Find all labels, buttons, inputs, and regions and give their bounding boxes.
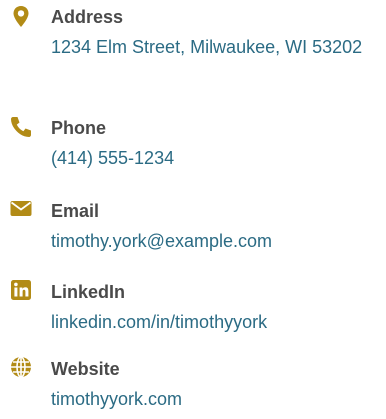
website-value[interactable]: timothyyork.com bbox=[51, 384, 386, 414]
linkedin-icon bbox=[8, 277, 34, 303]
envelope-icon bbox=[8, 195, 34, 221]
linkedin-label: LinkedIn bbox=[51, 282, 126, 302]
email-value[interactable]: timothy.york@example.com bbox=[51, 226, 386, 256]
phone-icon bbox=[8, 114, 34, 140]
map-pin-icon bbox=[8, 4, 34, 30]
linkedin-value[interactable]: linkedin.com/in/timothyyork bbox=[51, 307, 386, 337]
address-value: 1234 Elm Street, Milwaukee, WI 53202 bbox=[51, 37, 363, 57]
phone-value[interactable]: (414) 555-1234 bbox=[51, 143, 386, 173]
address-label: Address bbox=[51, 7, 124, 27]
email-label: Email bbox=[51, 201, 100, 221]
phone-label: Phone bbox=[51, 118, 107, 138]
website-label: Website bbox=[51, 359, 120, 379]
globe-icon bbox=[8, 354, 34, 380]
